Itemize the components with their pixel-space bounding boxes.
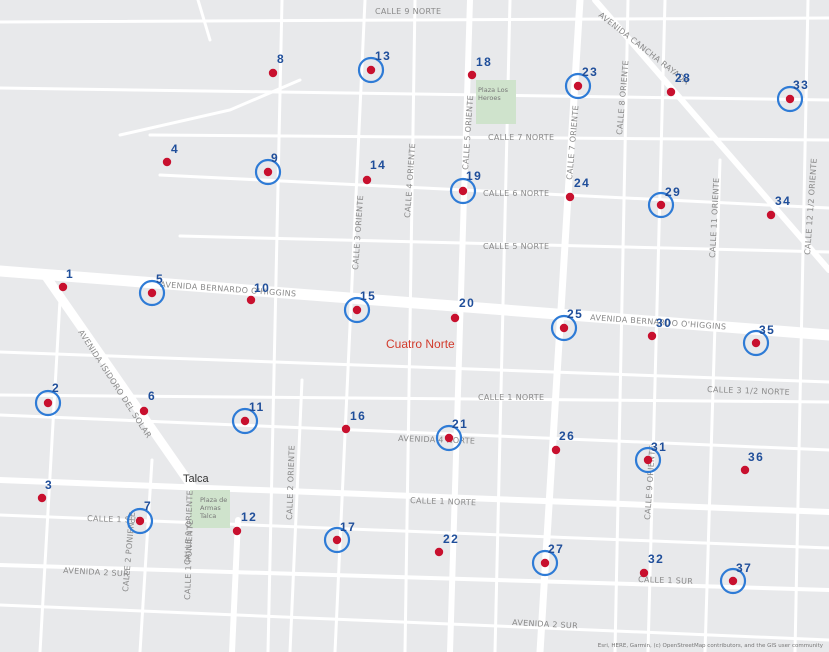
point-label: 9	[271, 151, 279, 165]
point-marker[interactable]	[458, 186, 468, 196]
point-marker[interactable]	[639, 568, 649, 578]
point-label: 25	[567, 307, 583, 321]
street-label: CALLE 5 NORTE	[483, 242, 549, 251]
point-marker[interactable]	[139, 406, 149, 416]
point-label: 6	[148, 389, 156, 403]
map-view[interactable]: Plaza Los Heroes Plaza de Armas Talca CALLE …	[0, 0, 829, 652]
point-marker[interactable]	[666, 87, 676, 97]
point-marker[interactable]	[728, 576, 738, 586]
park-label: Plaza de	[200, 496, 227, 504]
map-attribution: Esri, HERE, Garmin, (c) OpenStreetMap co…	[597, 643, 823, 649]
point-marker[interactable]	[263, 167, 273, 177]
street-label: CALLE 1 SUR	[638, 575, 693, 586]
point-label: 11	[249, 400, 265, 414]
point-label: 3	[45, 478, 53, 492]
point-marker[interactable]	[434, 547, 444, 557]
point-label: 36	[748, 450, 764, 464]
point-label: 35	[759, 323, 775, 337]
point-marker[interactable]	[740, 465, 750, 475]
point-label: 37	[736, 561, 752, 575]
point-label: 17	[340, 520, 356, 534]
point-label: 7	[144, 499, 152, 513]
street-label: CALLE 1 NORTE	[478, 393, 544, 402]
point-marker[interactable]	[240, 416, 250, 426]
point-marker[interactable]	[246, 295, 256, 305]
point-marker[interactable]	[268, 68, 278, 78]
park: Plaza deArmasTalca	[190, 490, 230, 528]
point-label: 34	[775, 194, 791, 208]
street-label: CALLE 9 NORTE	[375, 7, 441, 16]
point-marker[interactable]	[162, 157, 172, 167]
point-label: 2	[52, 381, 60, 395]
point-label: 23	[582, 65, 598, 79]
map-canvas[interactable]: Plaza LosHeroesPlaza deArmasTalca CALLE …	[0, 0, 829, 652]
point-marker[interactable]	[643, 455, 653, 465]
point-marker[interactable]	[58, 282, 68, 292]
point-marker[interactable]	[565, 192, 575, 202]
point-label: 16	[350, 409, 366, 423]
point-marker[interactable]	[551, 445, 561, 455]
point-marker[interactable]	[147, 288, 157, 298]
point-marker[interactable]	[766, 210, 776, 220]
point-label: 18	[476, 55, 492, 69]
point-marker[interactable]	[559, 323, 569, 333]
point-marker[interactable]	[573, 81, 583, 91]
point-marker[interactable]	[352, 305, 362, 315]
point-label: 28	[675, 71, 691, 85]
point-marker[interactable]	[362, 175, 372, 185]
point-marker[interactable]	[656, 200, 666, 210]
park-label: Talca	[199, 512, 216, 520]
point-label: 10	[254, 281, 270, 295]
street-label: CALLE 6 NORTE	[483, 189, 549, 198]
point-label: 33	[793, 78, 809, 92]
park-label: Plaza Los	[478, 86, 509, 94]
point-marker[interactable]	[37, 493, 47, 503]
point-label: 31	[651, 440, 667, 454]
point-marker[interactable]	[467, 70, 477, 80]
point-label: 20	[459, 296, 475, 310]
point-label: 24	[574, 176, 590, 190]
point-marker[interactable]	[332, 535, 342, 545]
point-label: 26	[559, 429, 575, 443]
point-label: 8	[277, 52, 285, 66]
point-label: 15	[360, 289, 376, 303]
point-label: 5	[156, 272, 164, 286]
point-marker[interactable]	[751, 338, 761, 348]
point-label: 1	[66, 267, 74, 281]
point-label: 13	[375, 49, 391, 63]
point-label: 22	[443, 532, 459, 546]
point-label: 27	[548, 542, 564, 556]
point-marker[interactable]	[135, 516, 145, 526]
point-marker[interactable]	[540, 558, 550, 568]
district-label: Cuatro Norte	[386, 337, 455, 351]
point-marker[interactable]	[232, 526, 242, 536]
park-label: Heroes	[478, 94, 501, 102]
point-label: 29	[665, 185, 681, 199]
point-marker[interactable]	[444, 433, 454, 443]
park: Plaza LosHeroes	[476, 80, 516, 124]
point-label: 30	[656, 316, 672, 330]
point-marker[interactable]	[450, 313, 460, 323]
point-label: 21	[452, 417, 468, 431]
point-label: 14	[370, 158, 386, 172]
point-label: 4	[171, 142, 179, 156]
street-label: CALLE 7 NORTE	[488, 133, 554, 142]
point-label: 19	[466, 169, 482, 183]
point-label: 12	[241, 510, 257, 524]
point-marker[interactable]	[43, 398, 53, 408]
city-label: Talca	[183, 473, 210, 485]
point-label: 32	[648, 552, 664, 566]
point-marker[interactable]	[341, 424, 351, 434]
point-marker[interactable]	[647, 331, 657, 341]
park-label: Armas	[200, 504, 221, 512]
point-marker[interactable]	[366, 65, 376, 75]
point-marker[interactable]	[785, 94, 795, 104]
